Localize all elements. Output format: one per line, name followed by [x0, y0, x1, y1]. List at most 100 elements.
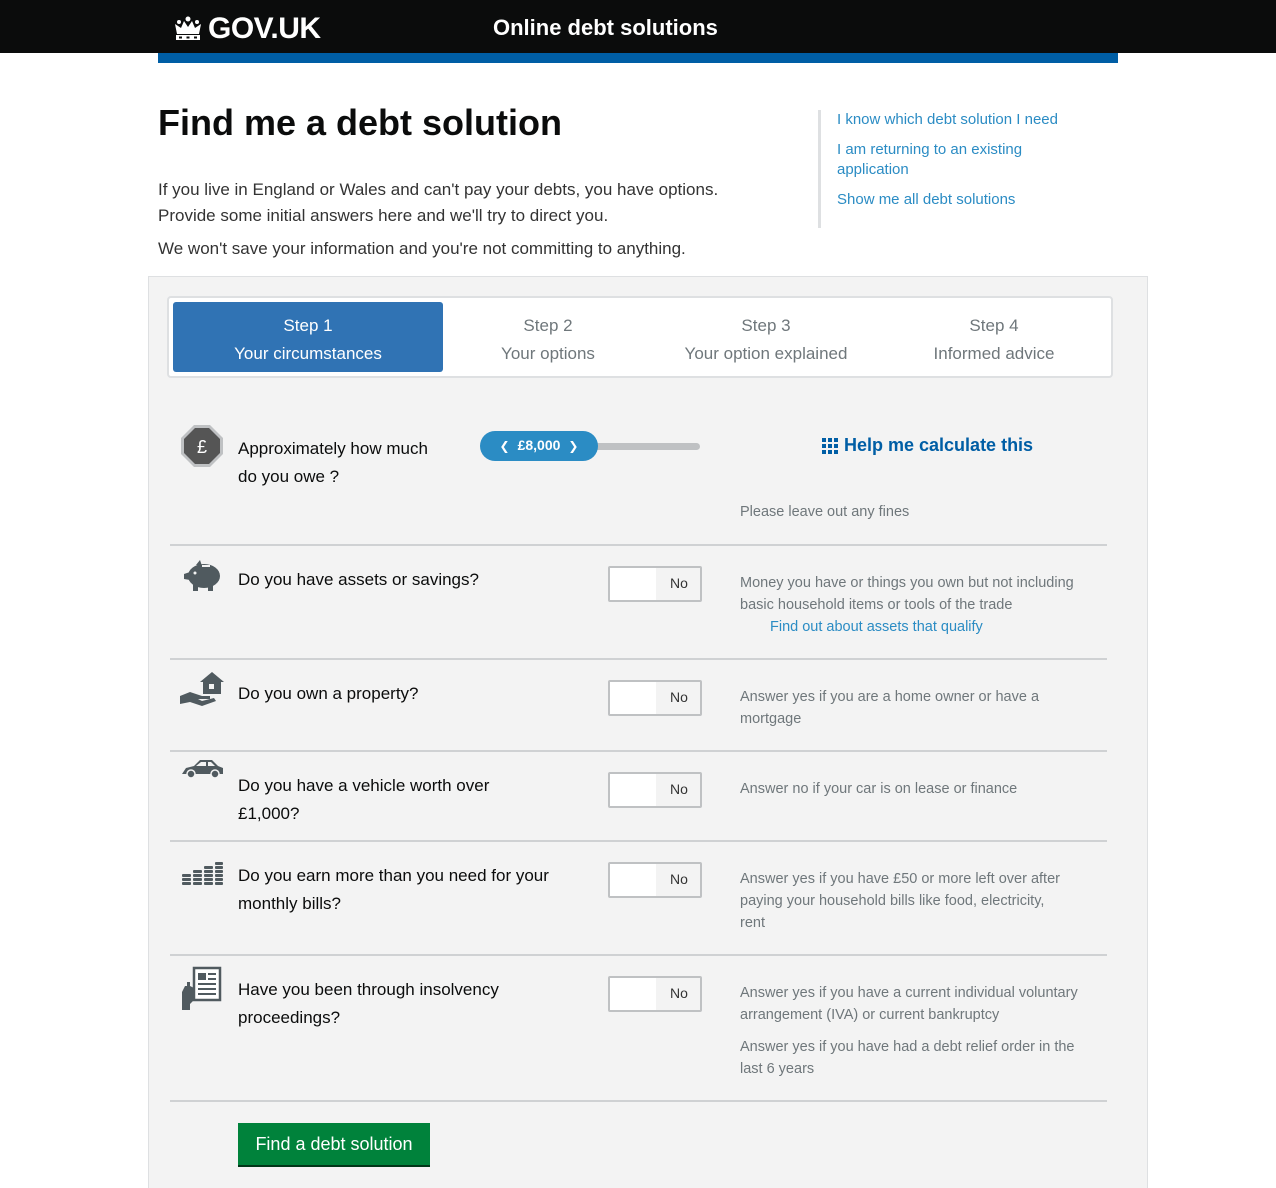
question-label-line: Do you have a vehicle worth over [238, 776, 490, 795]
link-know-solution[interactable]: I know which debt solution I need [837, 110, 1078, 130]
question-label: Do you have assets or savings? [238, 566, 479, 594]
toggle-knob[interactable] [610, 568, 656, 600]
toggle-knob[interactable] [610, 682, 656, 714]
intro-line-1: If you live in England or Wales and can'… [158, 180, 719, 199]
logotype: GOV.UK [208, 12, 321, 45]
debt-amount-slider[interactable]: ❮ £8,000 ❯ [480, 431, 705, 461]
house-in-hand-icon [180, 672, 224, 706]
question-label: Have you been through insolvency proceed… [238, 976, 499, 1032]
question-hint: Answer yes if you are a home owner or ha… [740, 686, 1105, 730]
hint-line: Money you have or things you own but not… [740, 575, 1074, 591]
link-show-all-solutions[interactable]: Show me all debt solutions [837, 190, 1078, 210]
question-label: Do you have a vehicle worth over £1,000? [238, 772, 489, 828]
related-links: I know which debt solution I need I am r… [818, 110, 1078, 228]
piggy-bank-icon [184, 560, 220, 591]
gov-uk-logo[interactable]: GOV.UK [173, 12, 321, 46]
question-label: Approximately how much do you owe ? [238, 435, 428, 491]
question-label-line: Do you earn more than you need for your [238, 866, 549, 885]
toggle-knob[interactable] [610, 774, 656, 806]
property-toggle[interactable]: No [608, 680, 702, 716]
toggle-label: No [670, 985, 688, 1001]
assets-toggle[interactable]: No [608, 566, 702, 602]
step-name: Your options [501, 344, 595, 363]
question-hint: Answer no if your car is on lease or fin… [740, 778, 1105, 800]
toggle-label: No [670, 689, 688, 705]
step-2[interactable]: Step 2 Your options [443, 302, 653, 372]
hint-line: arrangement (IVA) or current bankruptcy [740, 1007, 1000, 1023]
question-hint: Money you have or things you own but not… [740, 572, 1105, 638]
question-hint: Answer yes if you have £50 or more left … [740, 868, 1105, 934]
hint-line: basic household items or tools of the tr… [740, 597, 1013, 613]
step-name: Your circumstances [234, 344, 382, 363]
link-returning-application[interactable]: I am returning to an existing applicatio… [837, 140, 1037, 180]
debt-form-panel: Step 1 Your circumstances Step 2 Your op… [148, 276, 1148, 1188]
step-number: Step 3 [741, 316, 791, 335]
question-vehicle: Do you have a vehicle worth over £1,000?… [170, 752, 1107, 842]
hint-line: Answer yes if you have had a debt relief… [740, 1039, 1075, 1055]
find-debt-solution-button[interactable]: Find a debt solution [238, 1123, 430, 1165]
step-3[interactable]: Step 3 Your option explained [653, 302, 879, 372]
page-title: Find me a debt solution [158, 102, 562, 143]
hint-line: Answer yes if you are a home owner or ha… [740, 689, 1040, 705]
step-4[interactable]: Step 4 Informed advice [879, 302, 1109, 372]
vehicle-toggle[interactable]: No [608, 772, 702, 808]
service-name[interactable]: Online debt solutions [493, 15, 718, 41]
svg-text:£: £ [197, 437, 207, 457]
slider-handle[interactable]: ❮ £8,000 ❯ [480, 431, 598, 461]
intro-text: If you live in England or Wales and can'… [158, 177, 798, 229]
question-debt-amount: £ Approximately how much do you owe ? ❮ £… [170, 417, 1107, 546]
hint-line: paying your household bills like food, e… [740, 893, 1045, 909]
document-in-hand-icon [182, 966, 222, 1010]
question-label-line: Do you have assets or savings? [238, 570, 479, 589]
gov-header: GOV.UK Online debt solutions [0, 0, 1276, 53]
intro-note: We won't save your information and you'r… [158, 239, 686, 258]
step-number: Step 4 [969, 316, 1019, 335]
coin-stacks-icon [182, 862, 223, 885]
hint-line: last 6 years [740, 1061, 815, 1077]
question-label-line: proceedings? [238, 1008, 341, 1027]
car-icon [182, 760, 223, 779]
question-earnings: Do you earn more than you need for your … [170, 842, 1107, 956]
question-insolvency: Have you been through insolvency proceed… [170, 956, 1107, 1102]
toggle-label: No [670, 575, 688, 591]
step-navigation: Step 1 Your circumstances Step 2 Your op… [167, 296, 1113, 378]
step-number: Step 2 [523, 316, 573, 335]
insolvency-toggle[interactable]: No [608, 976, 702, 1012]
pound-octagon-icon: £ [181, 425, 223, 467]
crown-icon [175, 16, 201, 40]
help-calculate-link[interactable]: Help me calculate this [822, 435, 1033, 456]
question-label-line: monthly bills? [238, 894, 341, 913]
question-label-line: Approximately how much [238, 439, 428, 458]
slider-value: £8,000 [517, 437, 561, 453]
question-property: Do you own a property? No Answer yes if … [170, 660, 1107, 752]
step-name: Your option explained [684, 344, 848, 363]
question-label-line: £1,000? [238, 804, 300, 823]
hint-line: mortgage [740, 711, 802, 727]
question-label: Do you earn more than you need for your … [238, 862, 549, 918]
help-calculate-label: Help me calculate this [844, 435, 1034, 455]
chevron-left-icon[interactable]: ❮ [492, 439, 518, 453]
question-assets: Do you have assets or savings? No Money … [170, 546, 1107, 660]
question-hint: Please leave out any fines [740, 504, 910, 520]
hint-line: Answer yes if you have £50 or more left … [740, 871, 1060, 887]
question-label-line: Have you been through insolvency [238, 980, 499, 999]
question-label-line: do you owe ? [238, 467, 340, 486]
step-1[interactable]: Step 1 Your circumstances [173, 302, 443, 372]
slider-track[interactable] [580, 443, 700, 450]
calculator-grid-icon [822, 437, 838, 454]
assets-qualify-link[interactable]: Find out about assets that qualify [740, 616, 1105, 638]
step-number: Step 1 [283, 316, 333, 335]
step-name: Informed advice [933, 344, 1055, 363]
header-blue-bar [158, 53, 1118, 63]
question-label: Do you own a property? [238, 680, 419, 708]
toggle-knob[interactable] [610, 864, 656, 896]
hint-line: rent [740, 915, 765, 931]
toggle-knob[interactable] [610, 978, 656, 1010]
toggle-label: No [670, 871, 688, 887]
hint-line: Answer no if your car is on lease or fin… [740, 781, 1018, 797]
toggle-label: No [670, 781, 688, 797]
hint-line: Answer yes if you have a current individ… [740, 985, 1078, 1001]
chevron-right-icon[interactable]: ❯ [560, 439, 586, 453]
question-hint: Answer yes if you have a current individ… [740, 982, 1105, 1080]
earnings-toggle[interactable]: No [608, 862, 702, 898]
